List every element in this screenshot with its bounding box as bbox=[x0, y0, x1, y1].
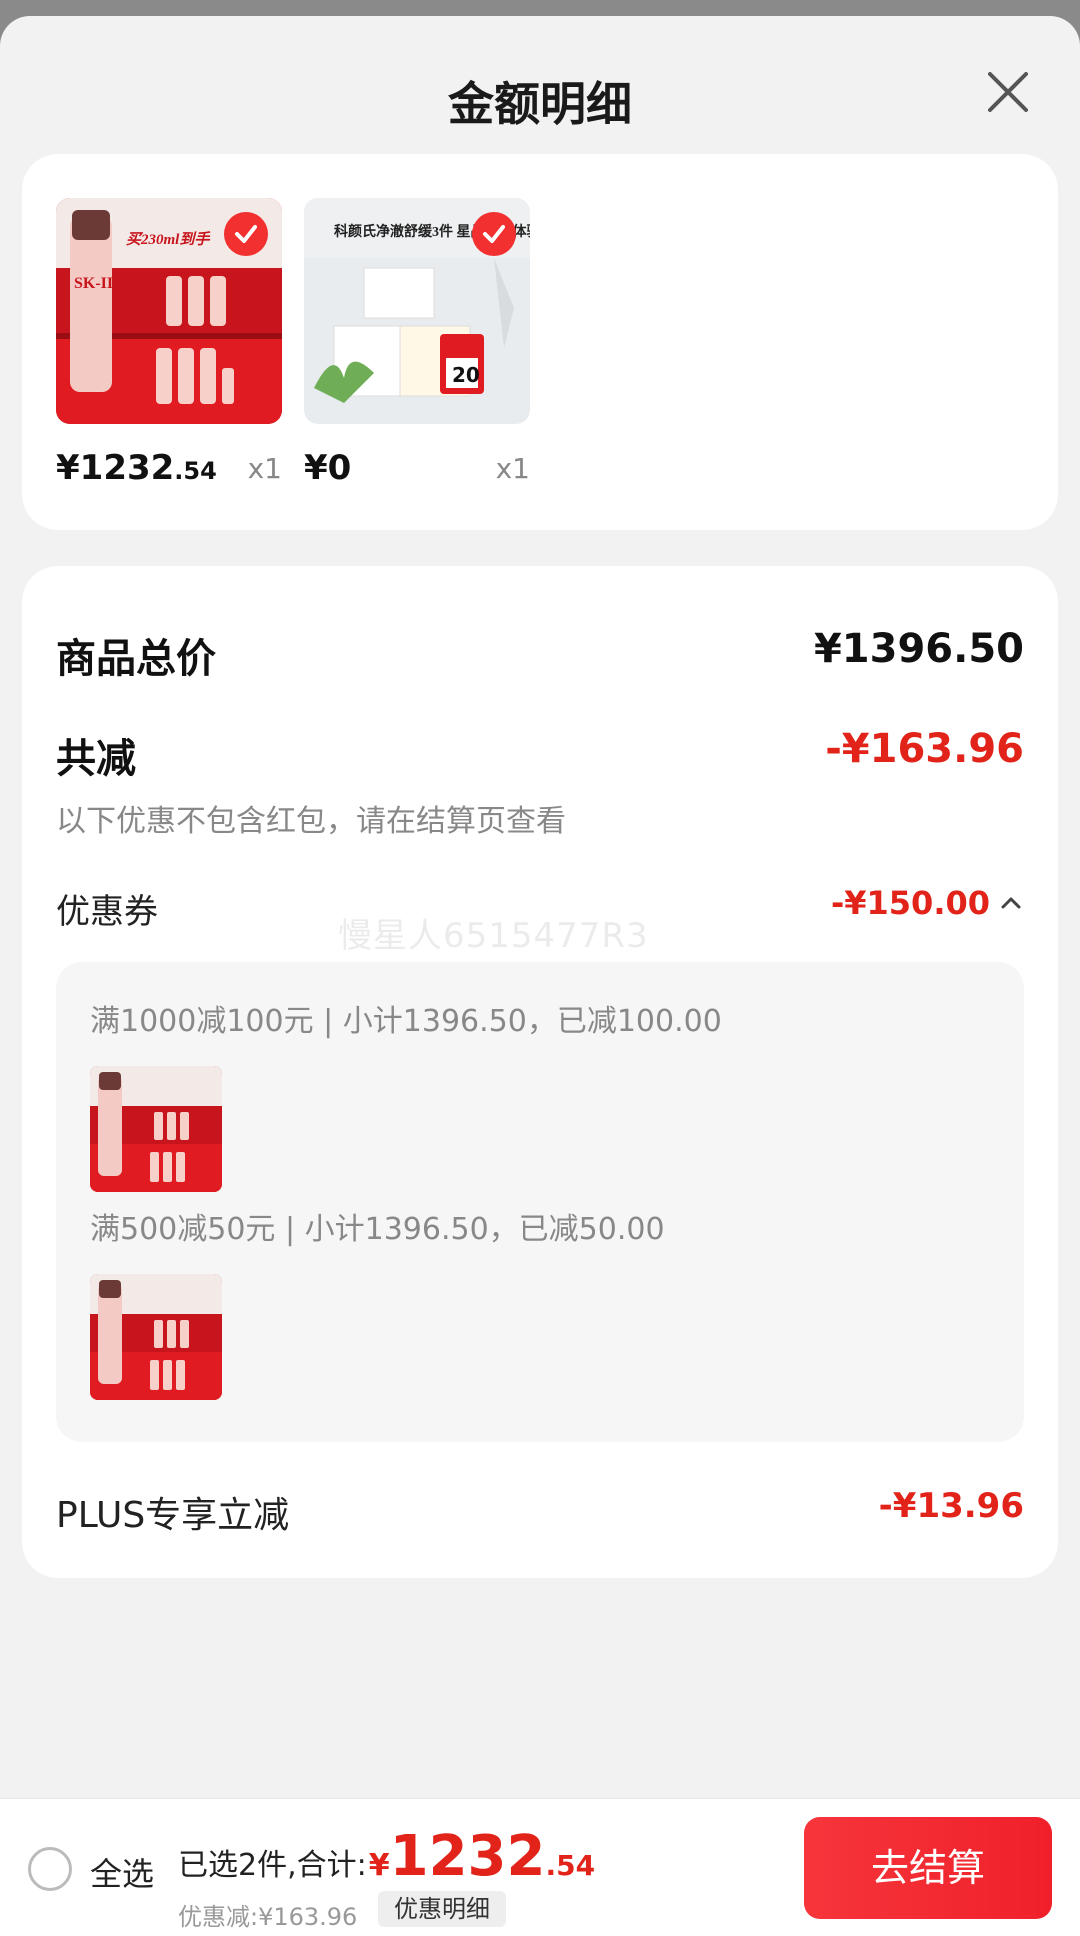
check-icon bbox=[483, 225, 505, 243]
check-icon bbox=[235, 225, 257, 243]
svg-text:20: 20 bbox=[452, 363, 480, 387]
total-price-row: 商品总价 ¥1396.50 bbox=[56, 626, 1024, 686]
chevron-up-icon[interactable] bbox=[998, 890, 1024, 916]
total-price-label: 商品总价 bbox=[56, 636, 216, 682]
sheet-title: 金额明细 bbox=[448, 77, 632, 131]
product-image[interactable]: 科颜氏净澈舒缓3件 星品抢先体验 再返20元 20 bbox=[304, 198, 530, 424]
plus-discount-value: -¥13.96 bbox=[878, 1486, 1024, 1526]
currency-symbol: ¥ bbox=[368, 1848, 390, 1883]
coupon-row[interactable]: 优惠券 -¥150.00 bbox=[56, 884, 1024, 944]
coupon-label: 优惠券 bbox=[56, 892, 158, 932]
coupon-value[interactable]: -¥150.00 bbox=[831, 884, 1024, 922]
total-price-value: ¥1396.50 bbox=[813, 626, 1024, 672]
checkout-bar: 全选 已选2件,合计: ¥ 1232 .54 优惠减:¥163.96 优惠明细 … bbox=[0, 1798, 1080, 1936]
price-main: ¥1232 bbox=[56, 448, 175, 488]
select-all-radio[interactable] bbox=[28, 1847, 72, 1891]
price-main: ¥0 bbox=[304, 448, 352, 488]
product-quantity: x1 bbox=[495, 452, 530, 485]
close-button[interactable] bbox=[980, 64, 1036, 120]
coupon-line: 满1000减100元 | 小计1396.50，已减100.00 bbox=[90, 1004, 722, 1039]
discount-detail-button[interactable]: 优惠明细 bbox=[378, 1891, 506, 1927]
coupon-detail-box: 满1000减100元 | 小计1396.50，已减100.00 满500减50元 bbox=[56, 962, 1024, 1442]
total-reduction-value: -¥163.96 bbox=[825, 726, 1024, 772]
plus-discount-row: PLUS专享立减 -¥13.96 bbox=[56, 1486, 1024, 1546]
product-price: ¥0 bbox=[304, 448, 351, 488]
close-icon bbox=[988, 72, 1028, 112]
product-quantity: x1 bbox=[247, 452, 282, 485]
coupon-line: 满500减50元 | 小计1396.50，已减50.00 bbox=[90, 1212, 665, 1247]
coupon-product-thumb bbox=[90, 1066, 222, 1192]
selected-count-text: 已选2件,合计: bbox=[178, 1848, 367, 1883]
selected-check[interactable] bbox=[472, 212, 516, 256]
plus-discount-label: PLUS专享立减 bbox=[56, 1495, 290, 1536]
amount-detail-sheet: 金额明细 SK-II 买230ml到手 ¥1232.54 x1 科颜氏净澈舒缓3… bbox=[0, 16, 1080, 1936]
select-all-label[interactable]: 全选 bbox=[90, 1849, 154, 1895]
total-reduction-label: 共减 bbox=[56, 736, 136, 782]
product-price: ¥1232.54 bbox=[56, 448, 217, 488]
total-amount-decimal: .54 bbox=[545, 1849, 596, 1882]
checkout-button[interactable]: 去结算 bbox=[804, 1817, 1052, 1919]
discount-summary: 优惠减:¥163.96 bbox=[178, 1903, 358, 1931]
price-decimal: .54 bbox=[174, 457, 217, 485]
product-image[interactable]: SK-II 买230ml到手 bbox=[56, 198, 282, 424]
product-image-text: 买230ml到手 bbox=[126, 231, 211, 248]
product-item[interactable]: SK-II 买230ml到手 ¥1232.54 x1 bbox=[56, 198, 282, 488]
discount-note: 以下优惠不包含红包，请在结算页查看 bbox=[56, 804, 566, 839]
selected-summary: 已选2件,合计: ¥ 1232 .54 bbox=[178, 1829, 595, 1885]
coupon-amount: -¥150.00 bbox=[830, 884, 990, 922]
coupon-product-thumb bbox=[90, 1274, 222, 1400]
selected-check[interactable] bbox=[224, 212, 268, 256]
svg-text:SK-II: SK-II bbox=[74, 275, 113, 292]
products-card: SK-II 买230ml到手 ¥1232.54 x1 科颜氏净澈舒缓3件 20 … bbox=[22, 154, 1058, 530]
price-detail-card: 商品总价 ¥1396.50 共减 -¥163.96 以下优惠不包含红包，请在结算… bbox=[22, 566, 1058, 1578]
product-item[interactable]: 科颜氏净澈舒缓3件 星品抢先体验 再返20元 20 ¥0 x1 bbox=[304, 198, 530, 488]
sheet-header: 金额明细 bbox=[0, 16, 1080, 156]
total-reduction-row: 共减 -¥163.96 bbox=[56, 726, 1024, 786]
total-amount-main: 1232 bbox=[389, 1824, 546, 1889]
